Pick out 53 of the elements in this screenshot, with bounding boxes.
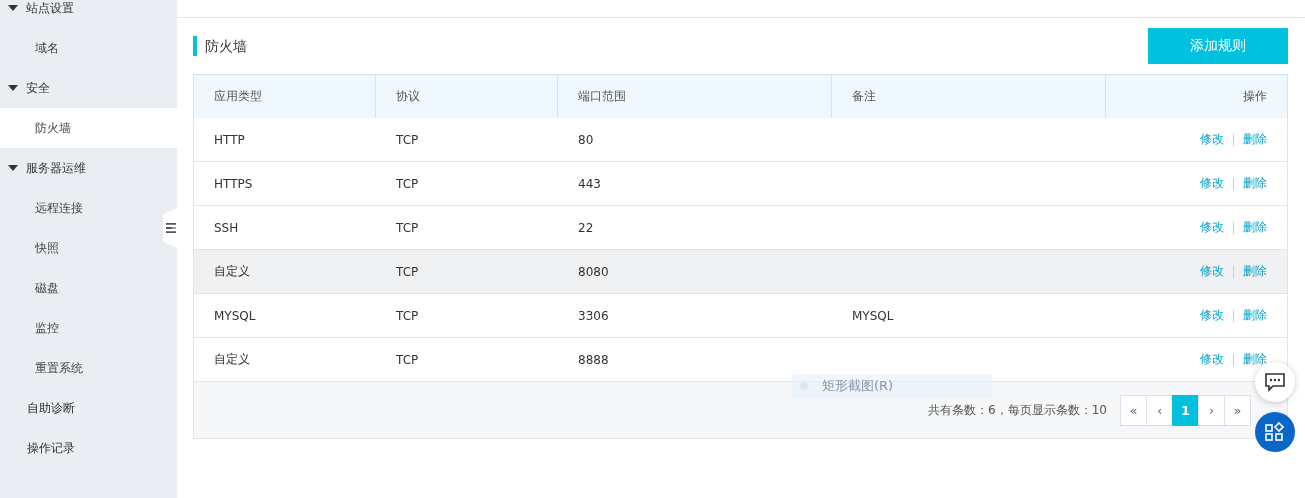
page-button[interactable]: « xyxy=(1120,394,1147,426)
sidebar-item[interactable]: 站点设置 xyxy=(0,0,177,28)
table-cell: 443 xyxy=(578,176,601,191)
sidebar-item[interactable]: 安全 xyxy=(0,68,177,108)
table-cell: TCP xyxy=(396,220,419,235)
apps-button[interactable] xyxy=(1255,412,1295,452)
action-link[interactable]: 删除 xyxy=(1243,219,1267,236)
table-cell: 自定义 xyxy=(214,351,250,368)
action-link[interactable]: 修改 xyxy=(1200,219,1224,236)
action-link[interactable]: 删除 xyxy=(1243,307,1267,324)
table-cell: TCP xyxy=(396,132,419,147)
table-cell: 自定义 xyxy=(214,263,250,280)
table-cell: TCP xyxy=(396,308,419,323)
sidebar-item[interactable]: 监控 xyxy=(0,308,177,348)
caret-icon xyxy=(8,85,18,91)
column-header: 操作 xyxy=(1242,88,1268,105)
sidebar-item[interactable]: 操作记录 xyxy=(0,428,177,468)
page-button[interactable]: ‹ xyxy=(1146,394,1173,426)
sidebar-item[interactable]: 自助诊断 xyxy=(0,388,177,428)
section-title: 防火墙 xyxy=(193,36,247,56)
chat-icon xyxy=(1265,372,1285,392)
action-link[interactable]: 修改 xyxy=(1200,175,1224,192)
sidebar-item[interactable]: 域名 xyxy=(0,28,177,68)
action-link[interactable]: 修改 xyxy=(1200,351,1224,368)
table-cell: TCP xyxy=(396,176,419,191)
pagination-summary: 共有条数：6，每页显示条数：10 xyxy=(928,401,1107,419)
table-cell: 80 xyxy=(578,132,594,147)
table-cell: TCP xyxy=(396,264,419,279)
table-cell: MYSQL xyxy=(214,308,256,323)
action-link[interactable]: 修改 xyxy=(1200,307,1224,324)
table-cell: MYSQL xyxy=(852,308,894,323)
action-link[interactable]: 删除 xyxy=(1243,351,1267,368)
table-cell: HTTP xyxy=(214,132,245,147)
collapse-handle[interactable] xyxy=(163,208,177,248)
sidebar-item[interactable]: 重置系统 xyxy=(0,348,177,388)
table-cell: 8888 xyxy=(578,352,609,367)
table-cell: 3306 xyxy=(578,308,609,323)
sidebar-item[interactable]: 防火墙 xyxy=(0,108,177,148)
page-button[interactable]: › xyxy=(1198,394,1225,426)
action-link[interactable]: 删除 xyxy=(1243,175,1267,192)
action-link[interactable]: 修改 xyxy=(1200,131,1224,148)
apps-icon xyxy=(1265,422,1285,442)
table-cell: SSH xyxy=(214,220,239,235)
table-cell: 8080 xyxy=(578,264,609,279)
table-cell: TCP xyxy=(396,352,419,367)
table-cell: HTTPS xyxy=(214,176,253,191)
caret-icon xyxy=(8,165,18,171)
sidebar-item[interactable]: 服务器运维 xyxy=(0,148,177,188)
action-link[interactable]: 删除 xyxy=(1243,131,1267,148)
page-button[interactable]: » xyxy=(1224,394,1251,426)
sidebar-item[interactable]: 磁盘 xyxy=(0,268,177,308)
table-cell: 22 xyxy=(578,220,594,235)
caret-icon xyxy=(8,5,18,11)
